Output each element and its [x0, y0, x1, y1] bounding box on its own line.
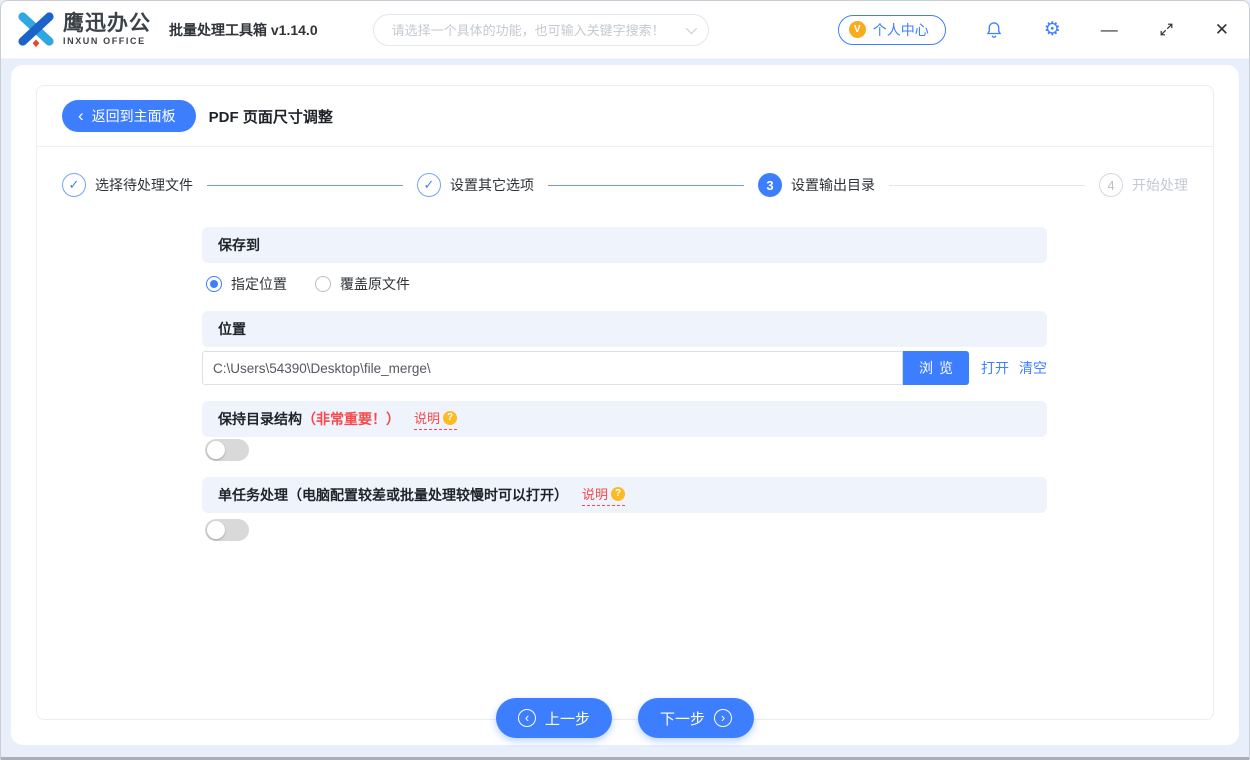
save-to-title: 保存到	[218, 235, 260, 255]
keep-structure-help-link[interactable]: 说明 ?	[414, 408, 457, 430]
question-icon: ?	[443, 411, 457, 425]
step-2-label: 设置其它选项	[450, 175, 534, 195]
open-folder-link[interactable]: 打开	[981, 358, 1009, 378]
location-input-row: 浏览 打开 清空	[202, 351, 1047, 385]
settings-button[interactable]: ⚙	[1042, 18, 1063, 41]
next-step-label: 下一步	[660, 708, 705, 729]
logo-name-cn: 鹰迅办公	[63, 13, 151, 34]
chevron-down-icon	[685, 22, 696, 33]
radio-overwrite-original[interactable]: 覆盖原文件	[315, 274, 410, 294]
keep-structure-section-header: 保持目录结构 （非常重要！） 说明 ?	[202, 401, 1047, 437]
minimize-button[interactable]: —	[1099, 19, 1120, 40]
step-1-select-files: ✓ 选择待处理文件	[62, 173, 193, 197]
main-panel: ‹ 返回到主面板 PDF 页面尺寸调整 ✓ 选择待处理文件 ✓ 设置其它选项	[11, 65, 1239, 745]
personal-center-button[interactable]: V 个人中心	[838, 15, 946, 45]
app-logo: 鹰迅办公 INXUN OFFICE	[17, 11, 151, 49]
location-section-header: 位置	[202, 311, 1047, 347]
output-path-input[interactable]	[202, 351, 903, 385]
single-task-help-link[interactable]: 说明 ?	[582, 484, 625, 506]
back-button-label: 返回到主面板	[92, 106, 176, 126]
title-bar: 鹰迅办公 INXUN OFFICE 批量处理工具箱 v1.14.0 请选择一个具…	[1, 1, 1249, 59]
radio-on-icon	[206, 276, 222, 292]
step-connector-1	[207, 185, 403, 186]
next-step-button[interactable]: 下一步 ›	[638, 698, 754, 738]
step-4-start-process: 4 开始处理	[1099, 173, 1188, 197]
save-to-options: 指定位置 覆盖原文件	[206, 273, 1047, 295]
step-indicator: ✓ 选择待处理文件 ✓ 设置其它选项 3 设置输出目录 4	[37, 147, 1213, 197]
search-placeholder: 请选择一个具体的功能，也可输入关键字搜索！	[392, 20, 686, 39]
output-settings-form: 保存到 指定位置 覆盖原文件 位置	[202, 227, 1047, 541]
logo-name-en: INXUN OFFICE	[63, 37, 151, 46]
single-task-section-header: 单任务处理（电脑配置较差或批量处理较慢时可以打开） 说明 ?	[202, 477, 1047, 513]
step-2-other-options: ✓ 设置其它选项	[417, 173, 534, 197]
close-icon: ✕	[1215, 21, 1229, 38]
gear-icon: ⚙	[1044, 20, 1061, 39]
help-label: 说明	[414, 408, 440, 427]
step-4-number: 4	[1099, 173, 1123, 197]
step-4-label: 开始处理	[1132, 175, 1188, 195]
maximize-icon	[1158, 21, 1175, 38]
previous-step-label: 上一步	[545, 708, 590, 729]
radio-overwrite-label: 覆盖原文件	[340, 274, 410, 294]
content-area: ‹ 返回到主面板 PDF 页面尺寸调整 ✓ 选择待处理文件 ✓ 设置其它选项	[1, 59, 1249, 757]
wizard-card: ‹ 返回到主面板 PDF 页面尺寸调整 ✓ 选择待处理文件 ✓ 设置其它选项	[36, 85, 1214, 720]
help-label: 说明	[582, 484, 608, 503]
function-search-select[interactable]: 请选择一个具体的功能，也可输入关键字搜索！	[373, 14, 709, 46]
step-connector-3	[889, 185, 1085, 186]
single-task-title: 单任务处理（电脑配置较差或批量处理较慢时可以打开）	[218, 485, 568, 505]
notifications-button[interactable]	[982, 18, 1006, 42]
single-task-toggle[interactable]	[205, 519, 249, 541]
keep-structure-toggle[interactable]	[205, 439, 249, 461]
maximize-button[interactable]	[1156, 19, 1177, 40]
logo-x-icon	[17, 11, 55, 49]
app-title: 批量处理工具箱 v1.14.0	[169, 20, 318, 40]
tool-header: ‹ 返回到主面板 PDF 页面尺寸调整	[37, 86, 1213, 147]
page-title: PDF 页面尺寸调整	[209, 106, 333, 127]
keep-structure-important: （非常重要！）	[302, 409, 400, 429]
location-title: 位置	[218, 319, 246, 339]
previous-step-button[interactable]: ‹ 上一步	[496, 698, 612, 738]
browse-button[interactable]: 浏览	[903, 351, 969, 385]
prev-arrow-icon: ‹	[518, 709, 536, 727]
step-connector-2	[548, 185, 744, 186]
clear-path-link[interactable]: 清空	[1019, 358, 1047, 378]
app-window: 鹰迅办公 INXUN OFFICE 批量处理工具箱 v1.14.0 请选择一个具…	[0, 0, 1250, 760]
next-arrow-icon: ›	[714, 709, 732, 727]
step-3-label: 设置输出目录	[791, 175, 875, 195]
vip-badge-icon: V	[849, 21, 866, 38]
step-1-label: 选择待处理文件	[95, 175, 193, 195]
bell-icon	[984, 20, 1004, 40]
personal-center-label: 个人中心	[873, 20, 929, 40]
keep-structure-title: 保持目录结构	[218, 409, 302, 429]
step-1-check-icon: ✓	[62, 173, 86, 197]
back-to-dashboard-button[interactable]: ‹ 返回到主面板	[62, 100, 196, 132]
back-arrow-icon: ‹	[78, 107, 84, 124]
radio-specified-label: 指定位置	[231, 274, 287, 294]
step-2-check-icon: ✓	[417, 173, 441, 197]
step-3-output-dir: 3 设置输出目录	[758, 173, 875, 197]
save-to-section-header: 保存到	[202, 227, 1047, 263]
close-button[interactable]: ✕	[1213, 19, 1231, 40]
radio-specified-location[interactable]: 指定位置	[206, 274, 287, 294]
question-icon: ?	[611, 487, 625, 501]
radio-off-icon	[315, 276, 331, 292]
step-3-number: 3	[758, 173, 782, 197]
wizard-footer: ‹ 上一步 下一步 ›	[496, 698, 754, 738]
header-actions: V 个人中心 ⚙ — ✕	[838, 15, 1231, 45]
minimize-icon: —	[1101, 21, 1118, 38]
logo-text: 鹰迅办公 INXUN OFFICE	[63, 13, 151, 46]
